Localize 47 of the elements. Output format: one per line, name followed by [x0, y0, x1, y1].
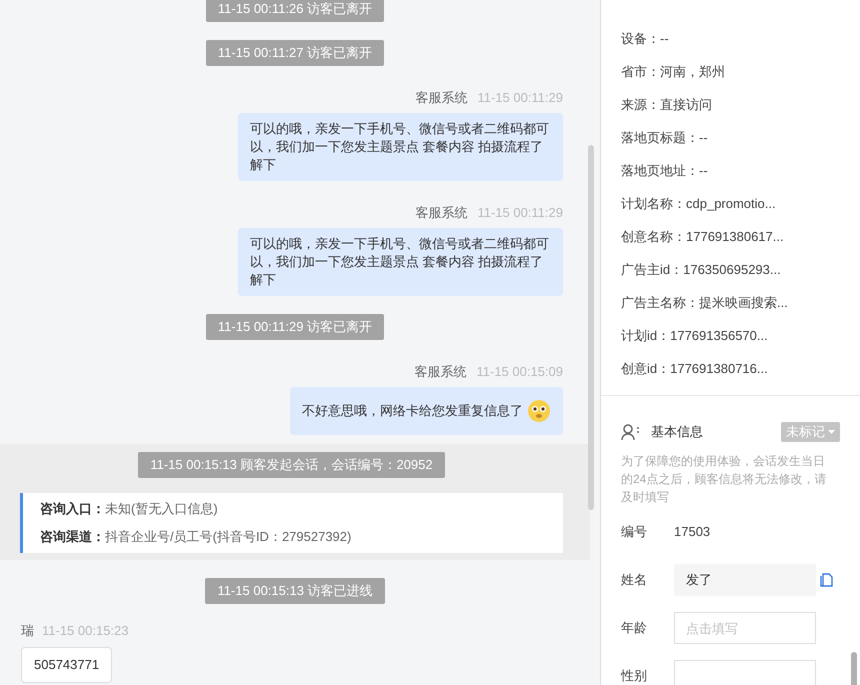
info-row-text: 省市：河南，郑州	[621, 63, 726, 81]
field-label: 年龄	[621, 619, 648, 637]
message-text: 可以的哦，亲发一下手机号、微信号或者二维码都可以，我们加一下您发主题景点 套餐内容 拍摄流程了解下	[250, 235, 550, 289]
info-row-text: 广告主id：176350695293...	[621, 261, 782, 279]
info-row-text: 计划名称：cdp_promotio...	[621, 195, 777, 213]
info-row-text: 计划id：177691356570...	[621, 327, 769, 345]
info-row-text: 创意id：177691380716...	[621, 360, 769, 378]
sender-name: 客服系统	[414, 363, 466, 381]
sender-name: 客服系统	[415, 89, 468, 107]
field-label: 姓名	[621, 571, 648, 589]
info-row-text: 设备：--	[621, 30, 670, 48]
message-time: 11-15 00:11:29	[477, 204, 563, 222]
message-time: 11-15 00:11:29	[477, 89, 563, 107]
caret-icon	[828, 430, 835, 434]
system-notice: 11-15 00:15:13 顾客发起会话，会话编号：20952	[138, 452, 445, 478]
system-notice: 11-15 00:11:27 访客已离开	[206, 40, 384, 66]
system-notice: 11-15 00:11:29 访客已离开	[206, 314, 384, 340]
field-label: 性别	[621, 667, 648, 685]
field-label: 编号	[621, 523, 648, 541]
sender-name: 瑞	[21, 622, 34, 640]
name-field: 发了	[674, 564, 816, 596]
scrollbar[interactable]	[588, 145, 594, 510]
system-notice: 11-15 00:11:26 访客已离开	[206, 0, 384, 22]
info-row-text: 来源：直接访问	[621, 96, 713, 114]
sender-name: 客服系统	[415, 204, 468, 222]
message-time: 11-15 00:15:23	[42, 622, 128, 640]
entry-value: 抖音企业号/员工号(抖音号ID：279527392)	[105, 528, 352, 546]
info-row-text: 创意名称：177691380617...	[621, 228, 785, 246]
message-bubble: 505743771	[21, 647, 112, 683]
section-title: 基本信息	[651, 423, 703, 442]
entry-label: 咨询入口：	[40, 500, 105, 518]
message-text: 可以的哦，亲发一下手机号、微信号或者二维码都可以，我们加一下您发主题景点 套餐内容 拍摄流程了解下	[250, 120, 550, 174]
field-value: 17503	[674, 523, 710, 542]
status-dropdown[interactable]: 未标记	[781, 422, 840, 442]
entry-value: 未知(暂无入口信息)	[105, 500, 218, 518]
input-field[interactable]: 点击填写	[674, 612, 816, 644]
message-text: 不好意思哦，网络卡给您发重复信息了	[302, 402, 523, 420]
entry-label: 咨询渠道：	[40, 528, 105, 546]
info-row-text: 落地页标题：--	[621, 129, 709, 147]
input-field[interactable]	[674, 660, 816, 685]
info-note: 为了保障您的使用体验，会话发生当日的24点之后，顾客信息将无法修改，请及时填写	[621, 453, 828, 506]
scrollbar[interactable]	[851, 652, 857, 685]
info-row-text: 广告主名称：提米映画搜索...	[621, 294, 789, 312]
system-notice: 11-15 00:15:13 访客已进线	[205, 578, 385, 604]
info-row-text: 落地页地址：--	[621, 162, 709, 180]
copy-icon[interactable]	[820, 573, 833, 587]
message-time: 11-15 00:15:09	[476, 363, 563, 381]
